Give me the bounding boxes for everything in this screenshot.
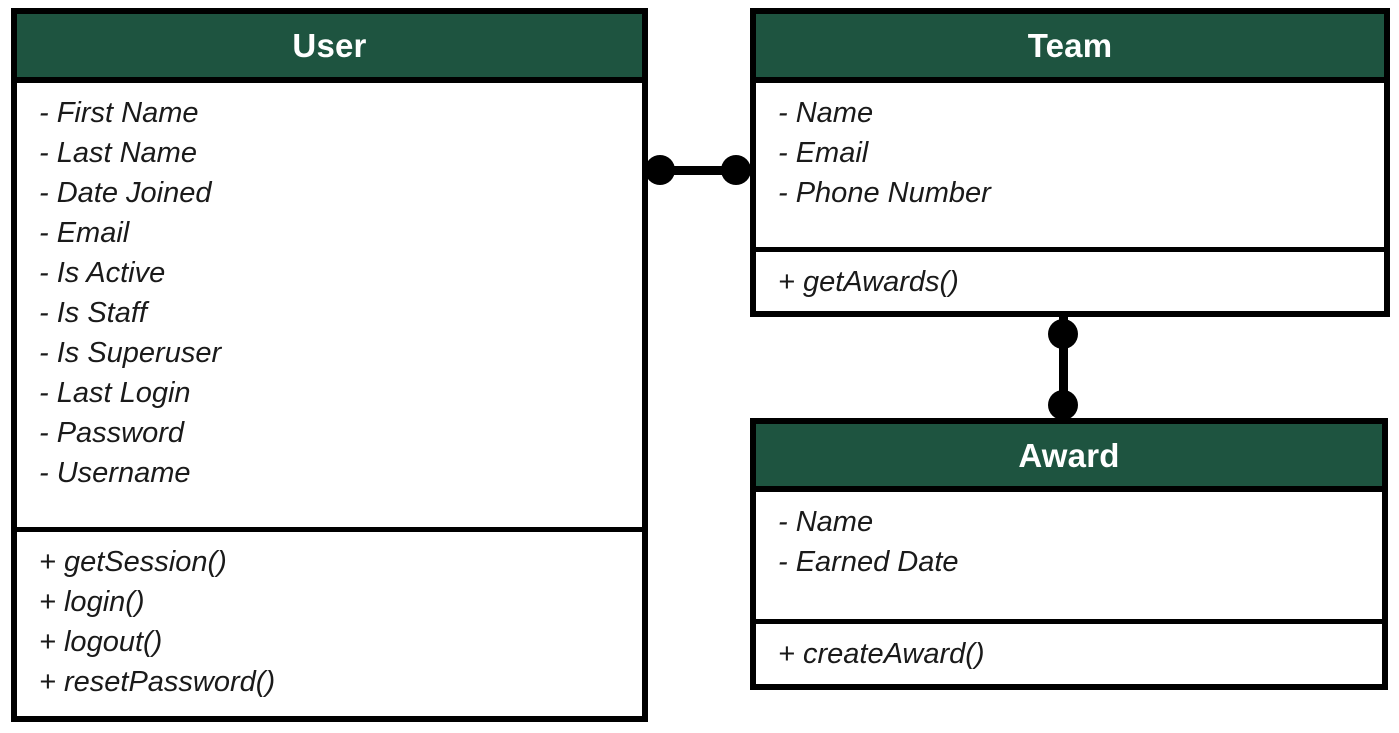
class-title-team: Team <box>756 14 1384 83</box>
attribute-row: - Last Name <box>39 137 197 169</box>
methods-compartment-award: + createAward() <box>756 619 1382 684</box>
attributes-compartment-user: - First Name - Last Name - Date Joined -… <box>17 83 642 527</box>
attribute-row: - Is Superuser <box>39 337 222 369</box>
attribute-row: - First Name <box>39 97 199 129</box>
attribute-row: - Date Joined <box>39 177 212 209</box>
attribute-row: - Name <box>778 97 874 129</box>
class-title-user: User <box>17 14 642 83</box>
method-row: + createAward() <box>778 638 985 670</box>
attribute-row: - Is Active <box>39 257 166 289</box>
attributes-compartment-team: - Name - Email - Phone Number <box>756 83 1384 247</box>
attribute-row: - Last Login <box>39 377 191 409</box>
association-endpoint-filled-circle-icon <box>1048 390 1078 420</box>
attribute-row: - Phone Number <box>778 177 991 209</box>
method-row: + getAwards() <box>778 266 959 298</box>
uml-class-award[interactable]: Award - Name - Earned Date + createAward… <box>750 418 1388 690</box>
uml-class-team[interactable]: Team - Name - Email - Phone Number + get… <box>750 8 1390 317</box>
methods-compartment-user: + getSession() + login() + logout() + re… <box>17 527 642 716</box>
method-row: + login() <box>39 586 145 618</box>
attribute-row: - Earned Date <box>778 546 959 578</box>
attribute-row: - Is Staff <box>39 297 147 329</box>
class-title-award: Award <box>756 424 1382 492</box>
attribute-row: - Name <box>778 506 874 538</box>
attribute-row: - Username <box>39 457 191 489</box>
methods-compartment-team: + getAwards() <box>756 247 1384 311</box>
uml-diagram-canvas: User - First Name - Last Name - Date Joi… <box>0 0 1399 733</box>
association-endpoint-filled-circle-icon <box>1048 319 1078 349</box>
method-row: + logout() <box>39 626 163 658</box>
association-endpoint-filled-circle-icon <box>645 155 675 185</box>
method-row: + getSession() <box>39 546 227 578</box>
association-endpoint-filled-circle-icon <box>721 155 751 185</box>
attributes-compartment-award: - Name - Earned Date <box>756 492 1382 619</box>
attribute-row: - Password <box>39 417 185 449</box>
attribute-row: - Email <box>778 137 869 169</box>
uml-class-user[interactable]: User - First Name - Last Name - Date Joi… <box>11 8 648 722</box>
attribute-row: - Email <box>39 217 130 249</box>
method-row: + resetPassword() <box>39 666 276 698</box>
